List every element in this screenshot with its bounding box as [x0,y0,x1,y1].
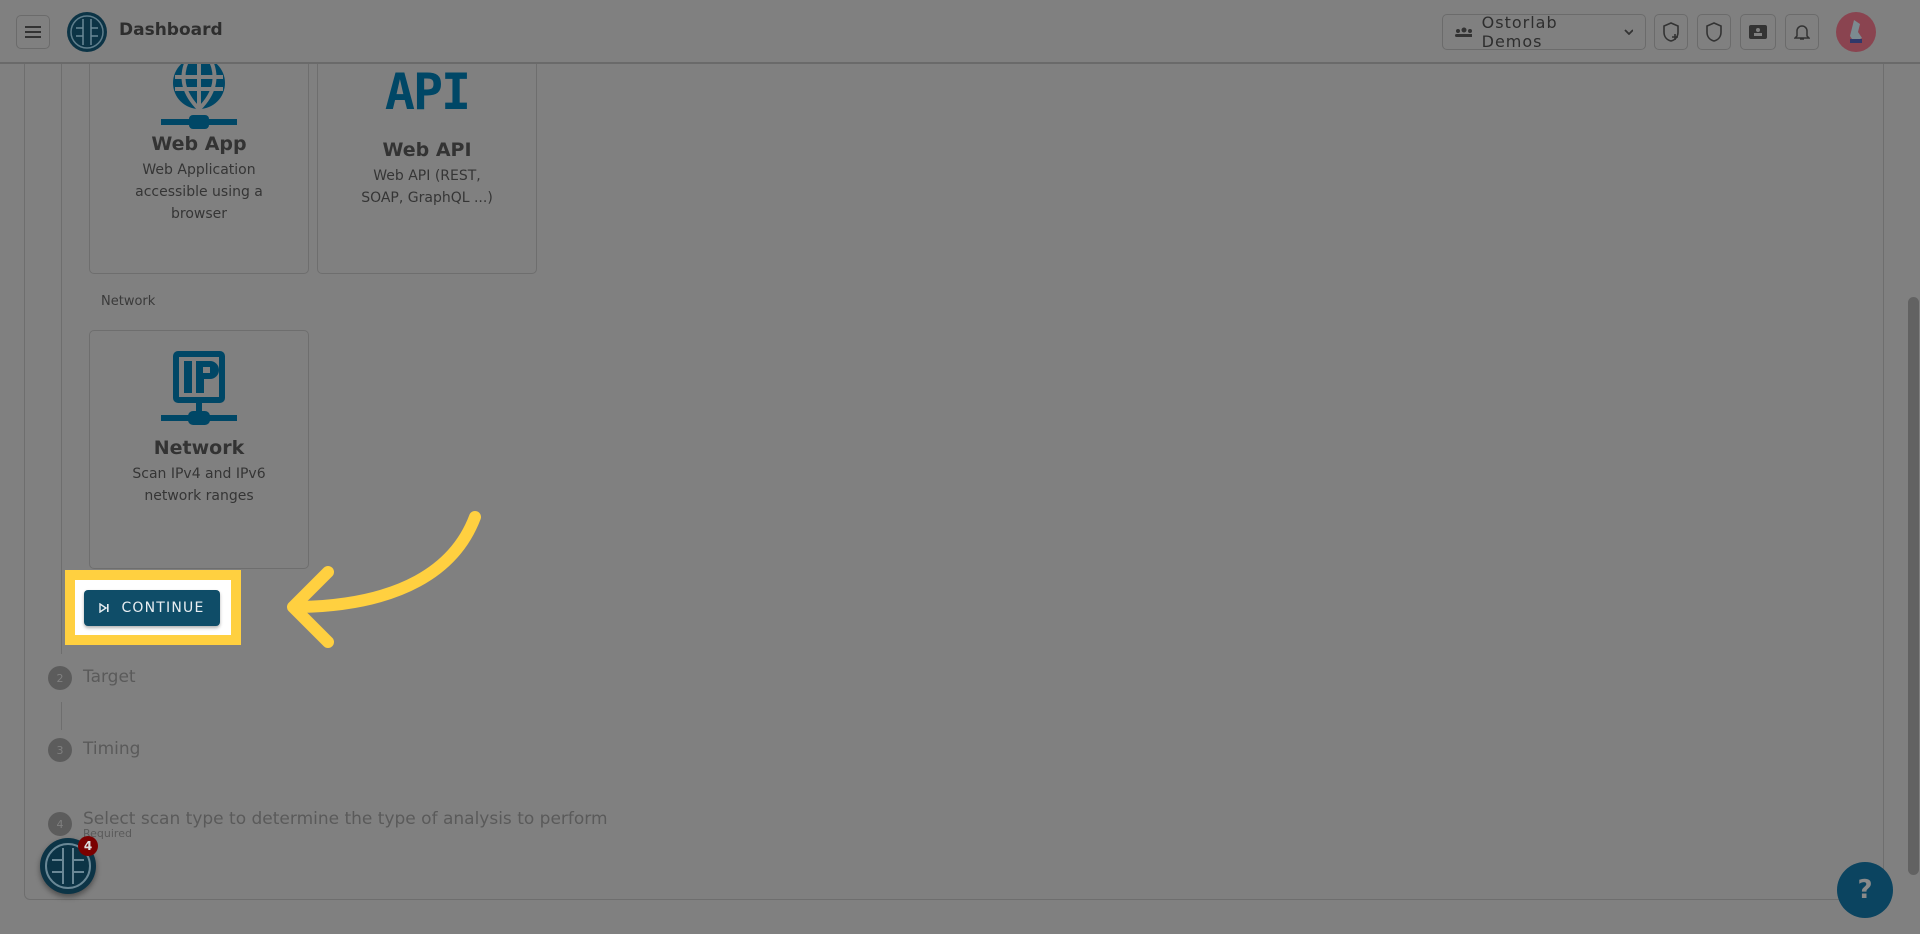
asset-card-web-app[interactable]: Web App Web Application accessible using… [89,30,309,274]
page-title: Dashboard [119,20,223,40]
skip-next-icon [99,603,110,613]
menu-button[interactable] [16,15,50,49]
notifications-button[interactable] [1785,14,1819,50]
ticket-icon [1749,25,1767,39]
bell-icon [1794,25,1810,40]
card-description: Scan IPv4 and IPv6 network ranges [132,466,266,504]
api-icon: API [384,63,471,121]
globe-network-icon [161,57,237,129]
step-scan-type[interactable]: 4 Select scan type to determine the type… [48,808,608,840]
user-avatar[interactable] [1836,12,1876,52]
ip-network-icon [161,351,237,425]
continue-label: CONTINUE [121,600,205,616]
scrollbar-thumb[interactable] [1908,297,1919,875]
asset-card-network[interactable]: Network Scan IPv4 and IPv6 network range… [89,330,309,569]
step-number: 2 [48,666,72,690]
card-title: Web API [382,139,472,161]
help-button[interactable]: ? [1837,862,1893,918]
ostorlab-logo[interactable] [66,11,108,53]
menu-icon [25,26,41,38]
step-connector [61,702,62,730]
asset-card-web-api[interactable]: API Web API Web API (REST, SOAP, GraphQL… [317,30,537,274]
notification-badge: 4 [78,836,98,856]
card-title: Network [153,437,245,459]
chevron-down-icon [1624,29,1634,35]
step-number: 3 [48,738,72,762]
organization-name: Ostorlab Demos [1481,13,1558,51]
step-required: Required [83,827,132,840]
shield-plus-icon [1663,22,1679,42]
top-bar: Dashboard Ostorlab Demos [0,0,1920,64]
ticket-button[interactable] [1740,14,1776,50]
continue-button[interactable]: CONTINUE [84,590,220,626]
shield-icon [1706,22,1722,42]
team-icon [1455,27,1472,37]
step-number: 4 [48,812,72,836]
security-button[interactable] [1697,14,1731,50]
new-scan-button[interactable] [1654,14,1688,50]
step-label: Target [83,667,136,687]
avatar-image [1850,20,1862,43]
section-label-network: Network [101,294,156,309]
step-timing[interactable]: 3 Timing [48,738,140,762]
step-label: Select scan type to determine the type o… [83,809,608,829]
highlight-box: CONTINUE [65,570,241,645]
card-title: Web App [151,133,247,155]
step-label: Timing [83,739,141,759]
step-target[interactable]: 2 Target [48,666,136,690]
organization-selector[interactable]: Ostorlab Demos [1442,13,1646,51]
card-description: Web Application accessible using a brows… [135,162,263,222]
card-description: Web API (REST, SOAP, GraphQL ...) [361,168,493,206]
step-connector [61,64,62,654]
